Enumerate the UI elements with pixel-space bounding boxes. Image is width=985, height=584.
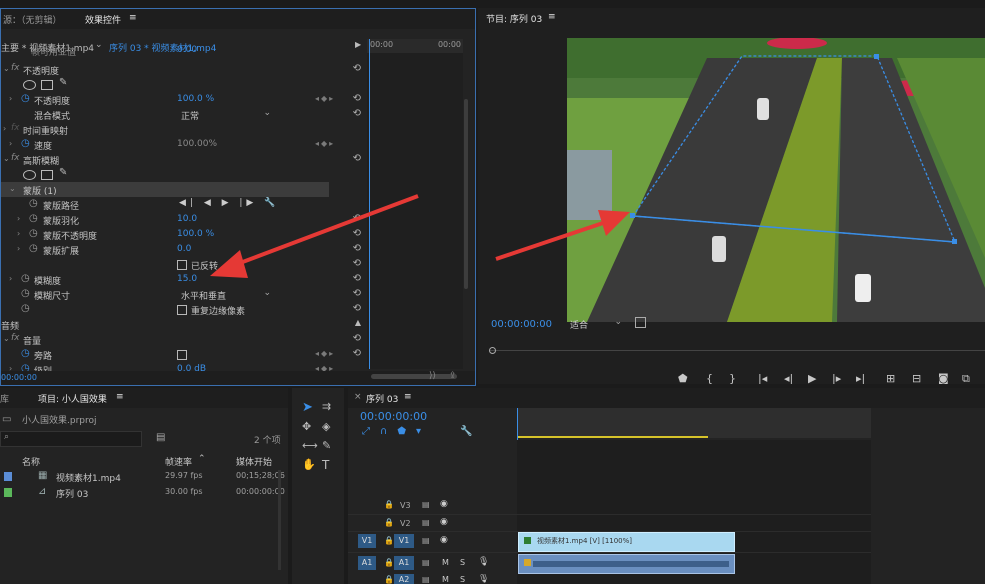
- arrow-line-left: [231, 194, 419, 268]
- arrow-head-left: [210, 250, 248, 278]
- annotation-arrows: [210, 194, 630, 278]
- arrow-head-right: [598, 210, 630, 236]
- arrow-line-right: [495, 220, 607, 261]
